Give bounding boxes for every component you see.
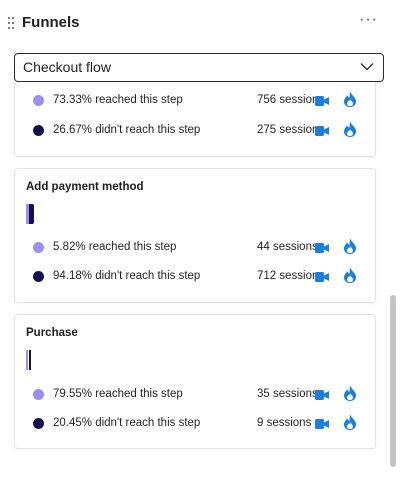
reached-sessions: 44 sessions bbox=[257, 241, 318, 253]
panel-header: Funnels ··· bbox=[0, 0, 400, 48]
step-progress-bar bbox=[26, 204, 34, 224]
funnel-step-card: 73.33% reached this step 756 sessions 26… bbox=[14, 82, 376, 157]
not-reached-legend-dot bbox=[33, 125, 44, 136]
not-reached-legend-dot bbox=[33, 418, 44, 429]
funnel-steps-list[interactable]: 73.33% reached this step 756 sessions 26… bbox=[0, 82, 388, 481]
not-reached-legend-dot bbox=[33, 271, 44, 282]
funnel-step-card: Add payment method 5.82% reached this st… bbox=[14, 168, 376, 303]
panel-title: Funnels bbox=[22, 14, 80, 31]
chevron-down-icon bbox=[360, 63, 374, 71]
not-reached-label: 20.45% didn't reach this step bbox=[53, 417, 201, 429]
recordings-icon[interactable] bbox=[315, 389, 329, 401]
recordings-icon[interactable] bbox=[315, 95, 329, 107]
reached-label: 5.82% reached this step bbox=[53, 241, 177, 253]
heatmap-icon[interactable] bbox=[344, 414, 356, 430]
recordings-icon[interactable] bbox=[315, 125, 329, 137]
funnel-dropdown[interactable]: Checkout flow bbox=[14, 53, 384, 82]
reached-label: 79.55% reached this step bbox=[53, 388, 183, 400]
not-reached-row: 20.45% didn't reach this step 9 sessions bbox=[15, 413, 375, 435]
step-progress-bar bbox=[26, 350, 31, 370]
recordings-icon[interactable] bbox=[315, 271, 329, 283]
ellipsis-icon[interactable]: ··· bbox=[359, 11, 378, 29]
reached-legend-dot bbox=[33, 389, 44, 400]
scrollbar-thumb[interactable] bbox=[390, 295, 396, 467]
reached-label: 73.33% reached this step bbox=[53, 94, 183, 106]
reached-sessions: 35 sessions bbox=[257, 388, 318, 400]
not-reached-label: 26.67% didn't reach this step bbox=[53, 124, 201, 136]
step-title: Purchase bbox=[26, 327, 78, 339]
reached-row: 73.33% reached this step 756 sessions bbox=[15, 90, 375, 112]
heatmap-icon[interactable] bbox=[344, 238, 356, 254]
heatmap-icon[interactable] bbox=[344, 91, 356, 107]
funnel-dropdown-value: Checkout flow bbox=[23, 59, 111, 75]
reached-row: 79.55% reached this step 35 sessions bbox=[15, 384, 375, 406]
recordings-icon[interactable] bbox=[315, 242, 329, 254]
reached-legend-dot bbox=[33, 95, 44, 106]
not-reached-row: 94.18% didn't reach this step 712 sessio… bbox=[15, 266, 375, 288]
heatmap-icon[interactable] bbox=[344, 121, 356, 137]
heatmap-icon[interactable] bbox=[344, 385, 356, 401]
funnel-step-card: Purchase 79.55% reached this step 35 ses… bbox=[14, 314, 376, 449]
step-title: Add payment method bbox=[26, 181, 144, 193]
reached-row: 5.82% reached this step 44 sessions bbox=[15, 237, 375, 259]
not-reached-sessions: 9 sessions bbox=[257, 417, 312, 429]
heatmap-icon[interactable] bbox=[344, 267, 356, 283]
not-reached-label: 94.18% didn't reach this step bbox=[53, 270, 201, 282]
reached-legend-dot bbox=[33, 242, 44, 253]
recordings-icon[interactable] bbox=[315, 418, 329, 430]
drag-grip-icon[interactable] bbox=[8, 17, 16, 31]
not-reached-row: 26.67% didn't reach this step 275 sessio… bbox=[15, 120, 375, 142]
